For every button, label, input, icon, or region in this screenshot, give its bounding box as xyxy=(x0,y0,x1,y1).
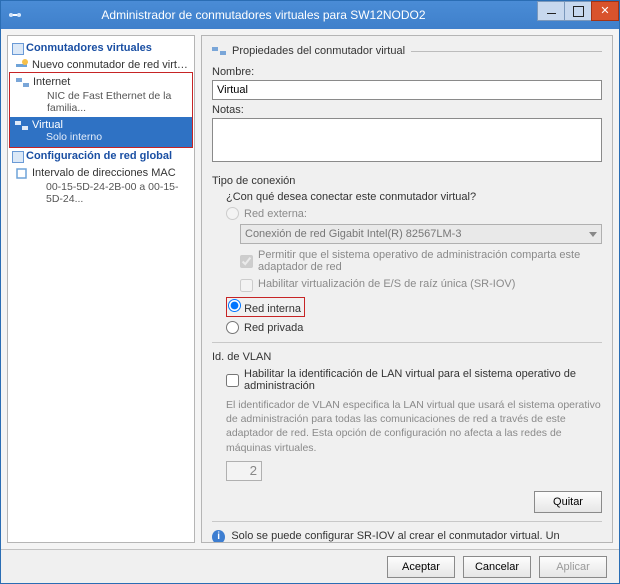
switch-icon xyxy=(15,119,28,132)
switch-icon xyxy=(16,76,29,89)
new-switch-icon xyxy=(15,59,28,72)
notes-input[interactable] xyxy=(212,118,602,162)
tree-item-new-switch[interactable]: Nuevo conmutador de red virtual xyxy=(10,57,192,73)
remove-button[interactable]: Quitar xyxy=(534,491,602,513)
vlan-help-text: El identificador de VLAN especifica la L… xyxy=(226,398,602,455)
tree-label: Nuevo conmutador de red virtual xyxy=(32,59,192,71)
mac-icon xyxy=(15,167,28,180)
cancel-button[interactable]: Cancelar xyxy=(463,556,531,578)
tree-item-mac-range[interactable]: Intervalo de direcciones MAC xyxy=(10,165,192,181)
info-icon: i xyxy=(212,530,225,543)
titlebar[interactable]: Administrador de conmutadores virtuales … xyxy=(1,1,619,29)
divider xyxy=(411,51,602,52)
radio-internal[interactable] xyxy=(228,299,241,312)
radio-internal-label: Red interna xyxy=(244,303,301,315)
vlan-id-input xyxy=(226,461,262,481)
radio-external[interactable] xyxy=(226,207,239,220)
tree-sub-virtual: Solo interno xyxy=(32,131,190,145)
dialog-footer: Aceptar Cancelar Aplicar xyxy=(1,549,619,583)
radio-external-label: Red externa: xyxy=(244,208,307,220)
divider xyxy=(212,521,602,522)
conn-prompt: ¿Con qué desea conectar este conmutador … xyxy=(226,191,602,203)
tree-label: Intervalo de direcciones MAC xyxy=(32,167,176,179)
window-title: Administrador de conmutadores virtuales … xyxy=(0,8,538,22)
notes-label: Notas: xyxy=(212,104,602,116)
vlan-header: Id. de VLAN xyxy=(212,351,602,363)
share-adapter-checkbox xyxy=(240,250,253,273)
tree-item-virtual[interactable]: Virtual Solo interno xyxy=(10,117,192,147)
tree-sub-mac: 00-15-5D-24-2B-00 a 00-15-5D-24... xyxy=(10,181,192,207)
name-input[interactable] xyxy=(212,80,602,100)
vlan-enable-label: Habilitar la identificación de LAN virtu… xyxy=(244,368,602,392)
radio-external-row[interactable]: Red externa: xyxy=(226,207,602,220)
minimize-button[interactable] xyxy=(537,1,565,21)
share-adapter-label: Permitir que el sistema operativo de adm… xyxy=(258,249,602,273)
external-adapter-combo: Conexión de red Gigabit Intel(R) 82567LM… xyxy=(240,224,602,244)
tree-section-global[interactable]: Configuración de red global xyxy=(10,147,192,165)
name-label: Nombre: xyxy=(212,66,602,78)
conn-type-label: Tipo de conexión xyxy=(212,175,602,187)
sriov-label: Habilitar virtualización de E/S de raíz … xyxy=(258,278,515,292)
maximize-button[interactable] xyxy=(564,1,592,21)
sriov-checkbox xyxy=(240,279,253,292)
tree-sub-internet: NIC de Fast Ethernet de la familia... xyxy=(11,90,191,116)
apply-button[interactable]: Aplicar xyxy=(539,556,607,578)
panel-header: Propiedades del conmutador virtual xyxy=(232,45,405,57)
tree-section-virtual-switches[interactable]: Conmutadores virtuales xyxy=(10,39,192,57)
switch-props-icon xyxy=(212,44,226,58)
radio-private[interactable] xyxy=(226,321,239,334)
properties-panel: Propiedades del conmutador virtual Nombr… xyxy=(201,35,613,543)
combo-value: Conexión de red Gigabit Intel(R) 82567LM… xyxy=(245,228,461,240)
tree-label: Internet xyxy=(33,76,70,88)
ok-button[interactable]: Aceptar xyxy=(387,556,455,578)
left-tree[interactable]: Conmutadores virtuales Nuevo conmutador … xyxy=(7,35,195,543)
close-button[interactable] xyxy=(591,1,619,21)
vswitch-manager-window: Administrador de conmutadores virtuales … xyxy=(0,0,620,584)
vlan-enable-checkbox[interactable] xyxy=(226,369,239,392)
radio-private-label: Red privada xyxy=(244,322,303,334)
radio-private-row[interactable]: Red privada xyxy=(226,321,602,334)
info-text: Solo se puede configurar SR-IOV al crear… xyxy=(231,530,602,543)
tree-item-internet[interactable]: Internet xyxy=(11,74,191,90)
divider xyxy=(212,342,602,343)
radio-internal-row[interactable]: Red interna xyxy=(226,297,602,317)
tree-label: Virtual xyxy=(32,119,63,131)
